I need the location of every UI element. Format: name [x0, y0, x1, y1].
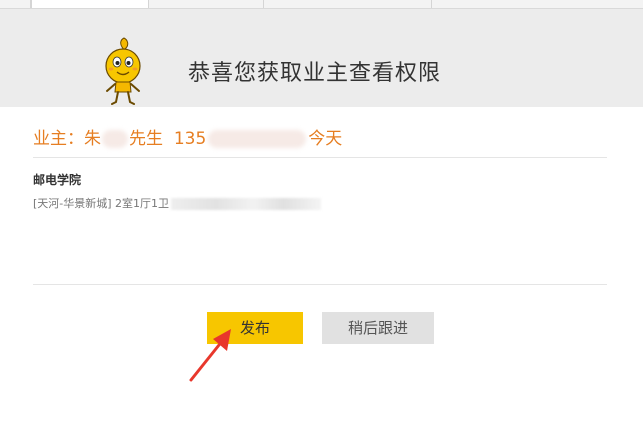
browser-tab-bar — [0, 0, 643, 9]
divider — [33, 284, 607, 285]
owner-date: 今天 — [308, 129, 343, 149]
owner-prefix: 业主：朱 — [33, 129, 101, 149]
owner-title: 先生 — [129, 129, 163, 149]
tab-active[interactable] — [31, 0, 149, 8]
mascot-icon — [105, 37, 141, 105]
redacted-detail — [171, 198, 322, 210]
dialog-header: 恭喜您获取业主查看权限 — [0, 9, 643, 107]
tab[interactable] — [264, 0, 432, 8]
follow-up-later-button[interactable]: 稍后跟进 — [322, 312, 434, 344]
owner-info: 业主：朱 先生 135 今天 — [33, 126, 342, 152]
tab[interactable] — [148, 0, 264, 8]
owner-phone: 135 — [173, 129, 207, 149]
house-detail: [天河-华景新城] 2室1厅1卫 — [33, 196, 322, 212]
house-name: 邮电学院 — [33, 173, 82, 187]
house-detail-text: [天河-华景新城] 2室1厅1卫 — [33, 197, 170, 210]
redacted-phone — [208, 130, 307, 148]
redacted-name — [102, 130, 128, 148]
dialog-title: 恭喜您获取业主查看权限 — [188, 61, 442, 86]
red-arrow-annotation — [189, 329, 231, 382]
tab[interactable] — [432, 0, 643, 8]
tab[interactable] — [0, 0, 31, 8]
divider — [33, 157, 607, 158]
